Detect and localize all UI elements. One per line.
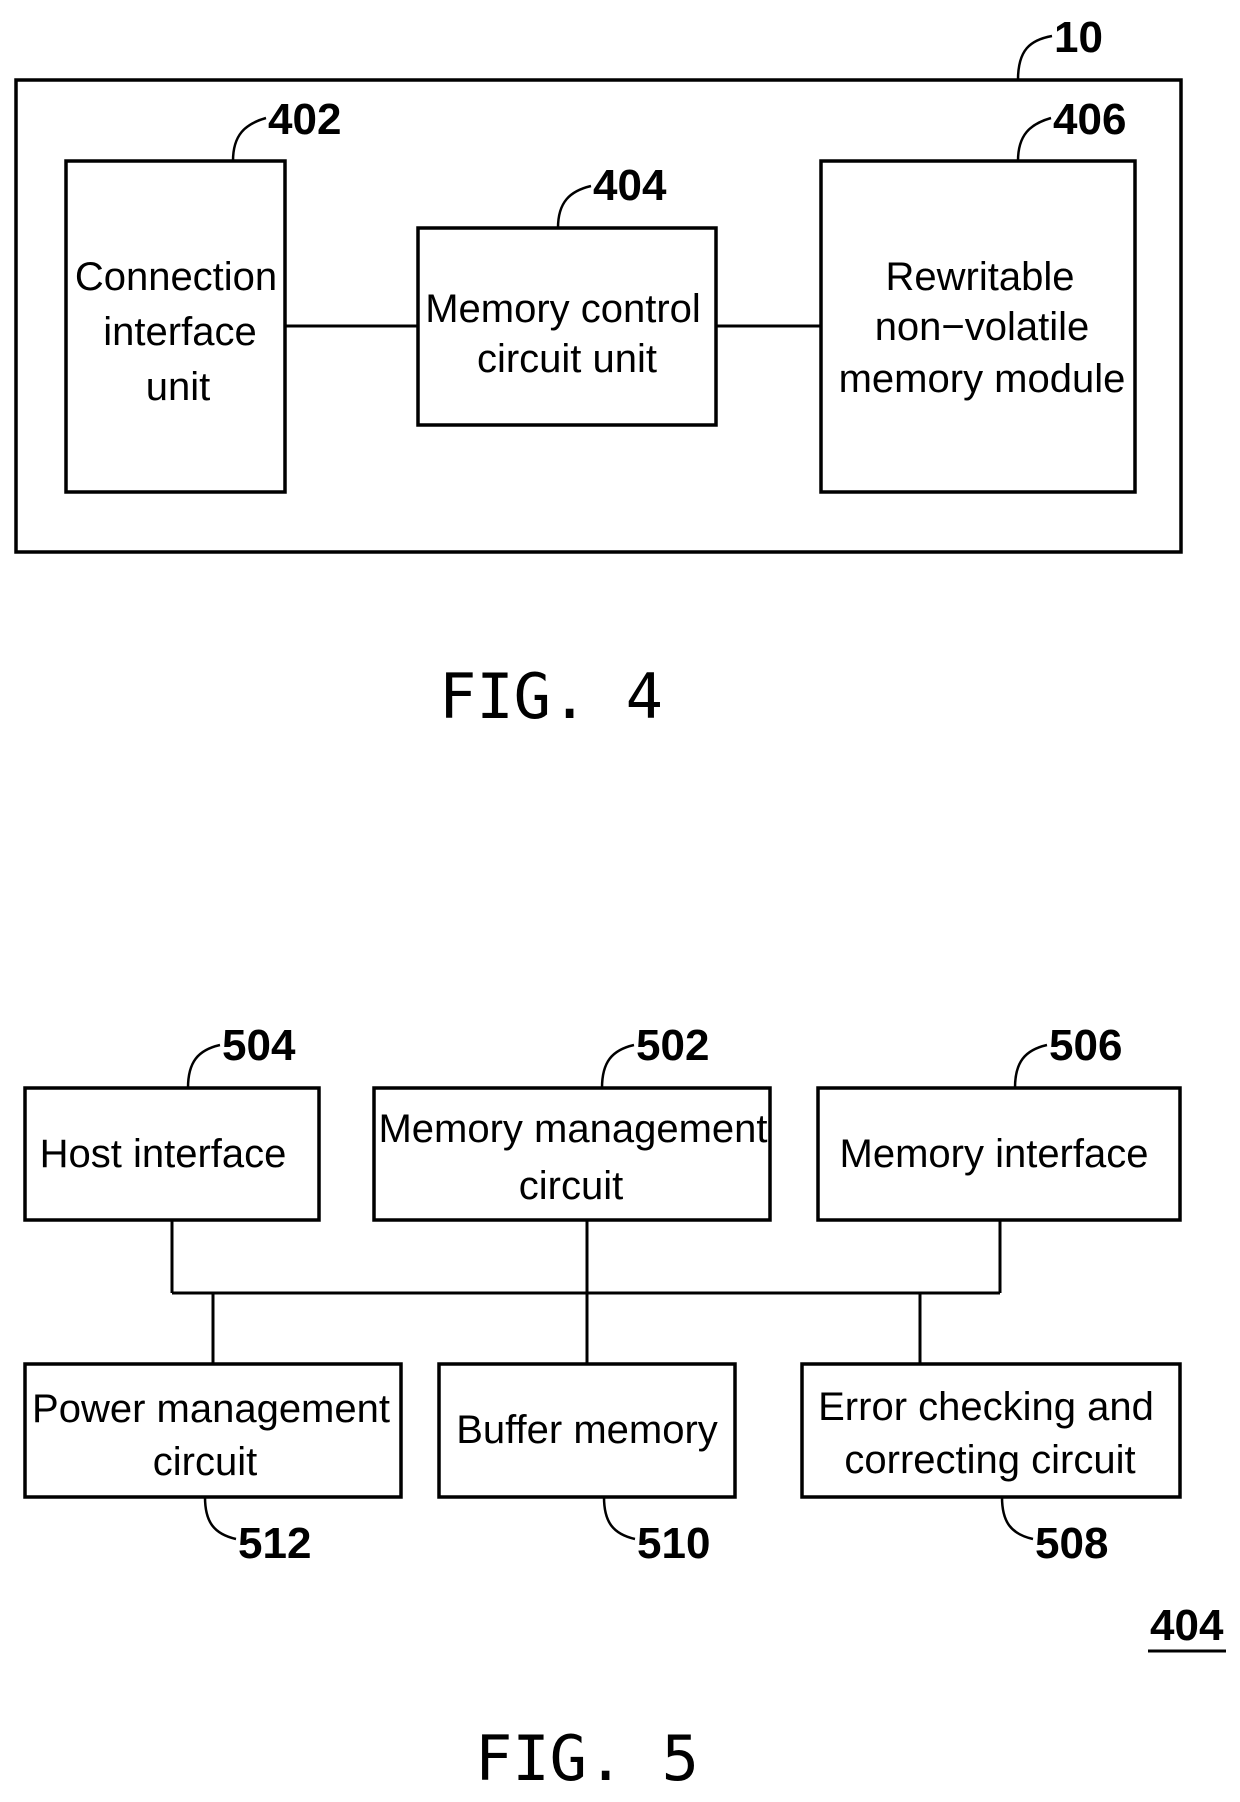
ecc-circuit-label-line1: Error checking and bbox=[818, 1385, 1154, 1429]
memory-control-circuit-unit-label-line1: Memory control bbox=[425, 287, 701, 331]
leader-line-506 bbox=[1013, 1043, 1048, 1089]
rewritable-nvm-module-label-line3: memory module bbox=[839, 357, 1126, 401]
ref-label-404: 404 bbox=[593, 161, 667, 210]
ref-label-504: 504 bbox=[222, 1021, 296, 1070]
leader-line-10 bbox=[1016, 34, 1053, 81]
leader-line-504 bbox=[186, 1043, 221, 1089]
patent-drawing: 10 402 Connection interface unit 404 Mem… bbox=[14, 13, 1226, 1795]
host-interface-label: Host interface bbox=[40, 1132, 287, 1176]
power-management-circuit-label-line1: Power management bbox=[32, 1387, 390, 1431]
rewritable-nvm-module-label-line1: Rewritable bbox=[886, 255, 1075, 299]
figure-4: 10 402 Connection interface unit 404 Mem… bbox=[14, 13, 1183, 733]
ref-label-506: 506 bbox=[1049, 1021, 1122, 1070]
assembly-ref-label-404: 404 bbox=[1150, 1601, 1224, 1650]
figure-5-caption: FIG. 5 bbox=[475, 1722, 699, 1795]
leader-line-502 bbox=[600, 1043, 635, 1089]
ref-label-10: 10 bbox=[1054, 13, 1103, 62]
rewritable-nvm-module-label-line2: non−volatile bbox=[875, 305, 1090, 349]
buffer-memory-label: Buffer memory bbox=[456, 1408, 718, 1452]
ref-label-402: 402 bbox=[268, 95, 341, 144]
ref-label-510: 510 bbox=[637, 1519, 710, 1568]
memory-control-circuit-unit-label-line2: circuit unit bbox=[477, 337, 657, 381]
memory-management-circuit-label-line1: Memory management bbox=[378, 1107, 767, 1151]
ref-label-512: 512 bbox=[238, 1519, 311, 1568]
ecc-circuit-label-line2: correcting circuit bbox=[844, 1438, 1135, 1482]
memory-management-circuit-label-line2: circuit bbox=[519, 1164, 623, 1208]
ref-label-502: 502 bbox=[636, 1021, 709, 1070]
ref-label-406: 406 bbox=[1053, 95, 1126, 144]
figure-4-caption: FIG. 4 bbox=[439, 660, 663, 733]
connection-interface-unit-label-line3: unit bbox=[146, 365, 211, 409]
leader-line-508 bbox=[1000, 1496, 1034, 1541]
power-management-circuit-label-line2: circuit bbox=[153, 1440, 257, 1484]
leader-line-510 bbox=[602, 1496, 636, 1541]
ref-label-508: 508 bbox=[1035, 1519, 1108, 1568]
figure-5: 504 Host interface 502 Memory management… bbox=[23, 1021, 1226, 1795]
connection-interface-unit-label-line1: Connection bbox=[75, 255, 277, 299]
connection-interface-unit-label-line2: interface bbox=[103, 310, 256, 354]
leader-line-512 bbox=[203, 1496, 237, 1541]
memory-interface-label: Memory interface bbox=[840, 1132, 1149, 1176]
